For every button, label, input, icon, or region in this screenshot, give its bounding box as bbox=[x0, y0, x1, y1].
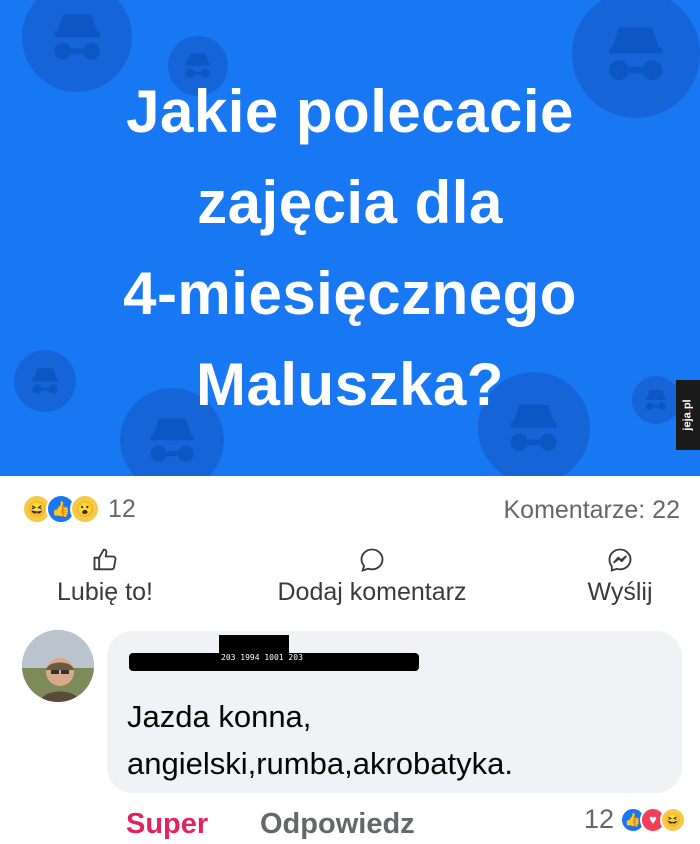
comment-text-line: angielski,rumba,akrobatyka. bbox=[127, 746, 513, 781]
haha-emoji-icon: 😆 bbox=[660, 806, 686, 833]
post-actions: Lubię to! Dodaj komentarz Wyślij bbox=[0, 542, 700, 622]
post-question-line: zajęcia dla bbox=[197, 169, 503, 236]
site-watermark: jeja.pl bbox=[676, 380, 700, 450]
comment-text-line: Jazda konna, bbox=[127, 699, 312, 734]
messenger-icon bbox=[608, 548, 632, 572]
post-reactions[interactable]: 😆 👍 😮 12 bbox=[22, 494, 136, 524]
like-button[interactable]: Lubię to! bbox=[38, 542, 172, 607]
comment-reaction-count: 12 bbox=[583, 804, 614, 834]
post-question-line: 4-miesięcznego bbox=[123, 260, 577, 327]
send-button-label: Wyślij bbox=[587, 578, 653, 606]
comment-reactions[interactable]: 12 👍 ♥ 😆 bbox=[584, 804, 686, 835]
like-button-label: Lubię to! bbox=[57, 578, 153, 606]
comment-button[interactable]: Dodaj komentarz bbox=[245, 542, 499, 607]
comments-count-link[interactable]: Komentarze: 22 bbox=[504, 496, 681, 525]
comment-bubble-icon bbox=[360, 548, 384, 572]
comment-bubble: 203 1994 1001 203 Jazda konna, angielski… bbox=[107, 631, 682, 793]
reaction-count: 12 bbox=[108, 494, 136, 523]
post-question-line: Jakie polecacie bbox=[126, 78, 574, 145]
send-button[interactable]: Wyślij bbox=[572, 542, 668, 607]
thumbs-up-icon bbox=[93, 548, 117, 571]
reply-button[interactable]: Odpowiedz bbox=[260, 808, 415, 841]
author-name-scribble: 203 1994 1001 203 bbox=[219, 635, 303, 671]
avatar[interactable] bbox=[22, 630, 94, 702]
post-banner: Jakie polecacie zajęcia dla 4-miesięczne… bbox=[0, 0, 700, 476]
comment-button-label: Dodaj komentarz bbox=[277, 578, 467, 606]
post-question: Jakie polecacie zajęcia dla 4-miesięczne… bbox=[0, 66, 700, 430]
comment-footer: Super Odpowiedz 12 👍 ♥ 😆 bbox=[0, 800, 700, 844]
comment-text: Jazda konna, angielski,rumba,akrobatyka. bbox=[127, 693, 513, 787]
post-question-line: Maluszka? bbox=[196, 351, 504, 418]
post-stats: 😆 👍 😮 12 Komentarze: 22 bbox=[0, 476, 700, 542]
comment-react-button[interactable]: Super bbox=[126, 808, 208, 841]
wow-emoji-icon: 😮 bbox=[70, 494, 100, 524]
